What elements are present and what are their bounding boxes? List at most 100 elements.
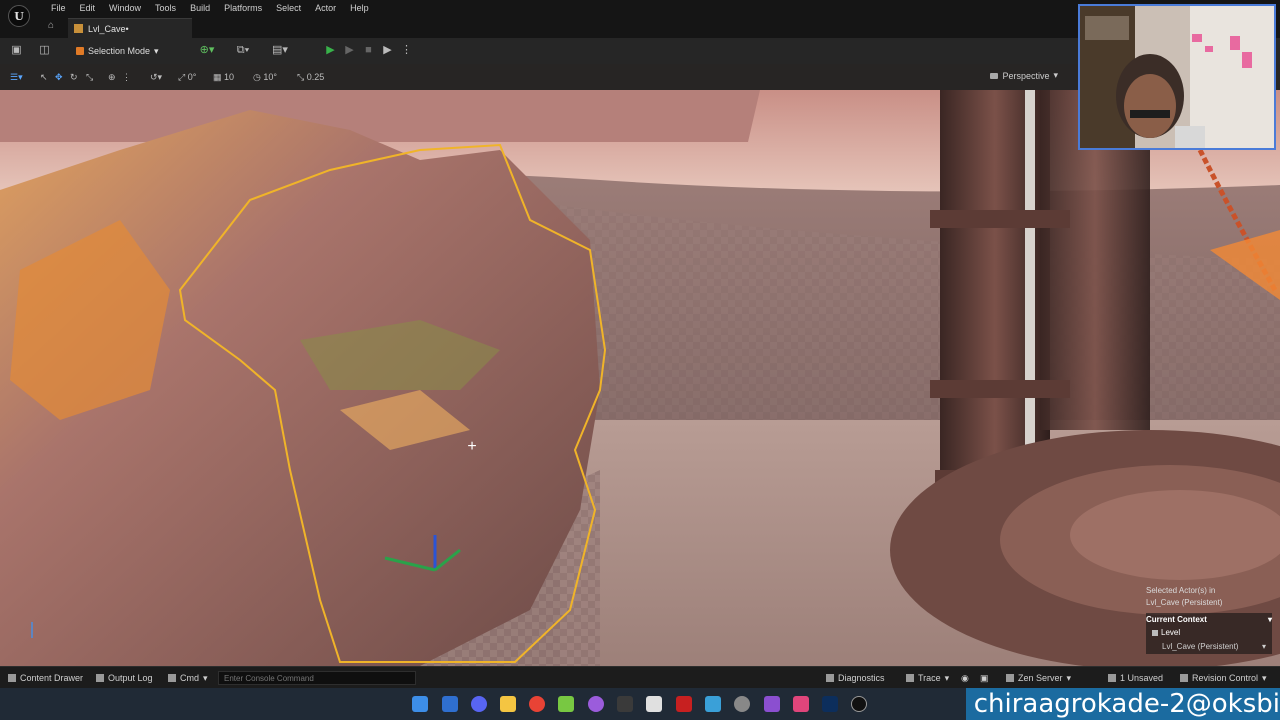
grid-snap-toggle[interactable]: ▦ 10 xyxy=(213,71,234,83)
discord-icon[interactable] xyxy=(471,696,487,712)
trace-label: Trace xyxy=(918,673,941,683)
console-command-input[interactable] xyxy=(218,671,416,685)
rotate-tool-icon[interactable]: ↻ xyxy=(70,71,78,83)
unsaved-icon xyxy=(1108,674,1116,682)
current-context-header[interactable]: Current Context ▾ xyxy=(1146,613,1272,626)
diagnostics-button[interactable]: Diagnostics xyxy=(826,672,885,684)
launch-icon[interactable]: ▶ xyxy=(381,44,394,57)
github-icon[interactable] xyxy=(588,696,604,712)
selected-actor-label: Selected Actor(s) in xyxy=(1146,586,1216,595)
level-label: Level xyxy=(1161,628,1181,637)
angle-snap-toggle[interactable]: ◷ 10° xyxy=(253,71,277,83)
menu-select[interactable]: Select xyxy=(269,2,308,14)
menu-help[interactable]: Help xyxy=(343,2,376,14)
selected-actor-level: Lvl_Cave (Persistent) xyxy=(1146,598,1223,607)
menu-tools[interactable]: Tools xyxy=(148,2,183,14)
cmd-dropdown[interactable]: Cmd ▾ xyxy=(168,672,208,684)
revision-control-dropdown[interactable]: Revision Control ▾ xyxy=(1180,672,1267,684)
save-icon[interactable]: ▣ xyxy=(10,44,23,57)
level-icon xyxy=(74,24,83,33)
revision-control-label: Revision Control xyxy=(1192,673,1259,683)
rotation-snap-icon: ⤢ xyxy=(178,72,186,82)
record-icon[interactable]: ◉ xyxy=(961,672,969,684)
selection-mode-dropdown[interactable]: Selection Mode ▾ xyxy=(76,43,159,59)
view-mode-dropdown[interactable]: Perspective ▾ xyxy=(990,70,1058,81)
scale-snap-icon: ⤡ xyxy=(297,72,305,82)
home-icon[interactable]: ⌂ xyxy=(48,20,60,32)
recorder-icon[interactable] xyxy=(676,696,692,712)
edge-icon[interactable] xyxy=(442,696,458,712)
file-explorer-icon[interactable] xyxy=(500,696,516,712)
menu-actor[interactable]: Actor xyxy=(308,2,343,14)
content-drawer-icon xyxy=(8,674,16,682)
stop-icon[interactable]: ■ xyxy=(362,44,375,57)
level-dropdown[interactable]: Lvl_Cave (Persistent) ▾ xyxy=(1146,639,1272,654)
viewport-options-icon[interactable]: ☰▾ xyxy=(10,71,23,83)
zen-server-icon xyxy=(1006,674,1014,682)
more-tools-icon[interactable]: ⋮ xyxy=(122,71,131,83)
menu-platforms[interactable]: Platforms xyxy=(217,2,269,14)
cursor-crosshair-icon: + xyxy=(467,438,477,455)
output-log-label: Output Log xyxy=(108,673,153,683)
select-tool-icon[interactable]: ↖ xyxy=(40,71,48,83)
more-options-icon[interactable]: ⋮ xyxy=(400,44,413,57)
rider-icon[interactable] xyxy=(793,696,809,712)
revision-control-icon xyxy=(1180,674,1188,682)
upi-watermark: chiraagrokade-2@oksbi xyxy=(965,688,1280,720)
translate-tool-icon[interactable]: ✥ xyxy=(55,71,63,83)
scale-snap-toggle[interactable]: ⤡ 0.25 xyxy=(297,71,324,83)
visual-studio-icon[interactable] xyxy=(764,696,780,712)
unreal-engine-icon[interactable] xyxy=(851,696,867,712)
view-mode-label: Perspective xyxy=(1002,70,1050,81)
status-bar: Content Drawer Output Log Cmd ▾ Diagnost… xyxy=(0,666,1280,688)
unreal-logo-icon[interactable]: U xyxy=(8,5,30,27)
menu-file[interactable]: File xyxy=(44,2,73,14)
step-icon[interactable]: ▶ xyxy=(343,44,356,57)
terminal-icon[interactable] xyxy=(617,696,633,712)
trace-dropdown[interactable]: Trace ▾ xyxy=(906,672,949,684)
add-actor-icon[interactable]: ⊕▾ xyxy=(196,44,218,57)
notepad-icon[interactable] xyxy=(558,696,574,712)
menu-window[interactable]: Window xyxy=(102,2,148,14)
angle-snap-value: 10° xyxy=(263,72,277,82)
selection-mode-icon xyxy=(76,47,84,55)
tab-level-cave[interactable]: Lvl_Cave• xyxy=(68,18,192,38)
obs-icon[interactable] xyxy=(734,696,750,712)
screenshot-icon[interactable]: ▣ xyxy=(980,672,989,684)
trace-icon xyxy=(906,674,914,682)
selection-mode-label: Selection Mode xyxy=(88,46,151,56)
scale-tool-icon[interactable]: ⤡ xyxy=(86,71,93,83)
scale-snap-value: 0.25 xyxy=(306,72,325,82)
chevron-down-icon: ▾ xyxy=(1267,615,1272,624)
cinematics-icon[interactable]: ▤▾ xyxy=(268,44,292,57)
menu-edit[interactable]: Edit xyxy=(73,2,103,14)
rotation-snap-value: 0° xyxy=(187,72,197,82)
zen-server-dropdown[interactable]: Zen Server ▾ xyxy=(1006,672,1071,684)
unsaved-button[interactable]: 1 Unsaved xyxy=(1108,672,1163,684)
content-drawer-button[interactable]: Content Drawer xyxy=(8,672,83,684)
camera-icon xyxy=(990,72,999,79)
grid-snap-value: 10 xyxy=(224,72,235,82)
chrome-icon[interactable] xyxy=(529,696,545,712)
level-icon xyxy=(1152,629,1158,636)
diagnostics-icon xyxy=(826,674,834,682)
menu-build[interactable]: Build xyxy=(183,2,217,14)
surface-snap-icon[interactable]: ↺▾ xyxy=(150,71,162,83)
chevron-down-icon: ▾ xyxy=(1261,642,1266,651)
snipping-tool-icon[interactable] xyxy=(646,696,662,712)
diagnostics-label: Diagnostics xyxy=(838,673,885,683)
output-log-button[interactable]: Output Log xyxy=(96,672,153,684)
level-viewport[interactable]: ☰▾ ↖ ✥ ↻ ⤡ ⊕ ⋮ ↺▾ ⤢ 0° ▦ 10 ◷ 10° ⤡ 0.25… xyxy=(0,64,1280,666)
level-row[interactable]: Level xyxy=(1146,626,1272,639)
content-browse-icon[interactable]: ◫ xyxy=(38,44,51,57)
chevron-down-icon: ▾ xyxy=(203,672,208,683)
play-icon[interactable]: ▶ xyxy=(324,44,337,57)
photoshop-icon[interactable] xyxy=(822,696,838,712)
windows-start-icon[interactable] xyxy=(412,696,428,712)
rotation-snap-toggle[interactable]: ⤢ 0° xyxy=(178,71,196,83)
world-space-icon[interactable]: ⊕ xyxy=(108,71,116,83)
chevron-down-icon: ▾ xyxy=(1262,672,1267,683)
level-value: Lvl_Cave (Persistent) xyxy=(1162,642,1239,651)
blueprints-icon[interactable]: ⧉▾ xyxy=(232,44,254,57)
calculator-icon[interactable] xyxy=(705,696,721,712)
